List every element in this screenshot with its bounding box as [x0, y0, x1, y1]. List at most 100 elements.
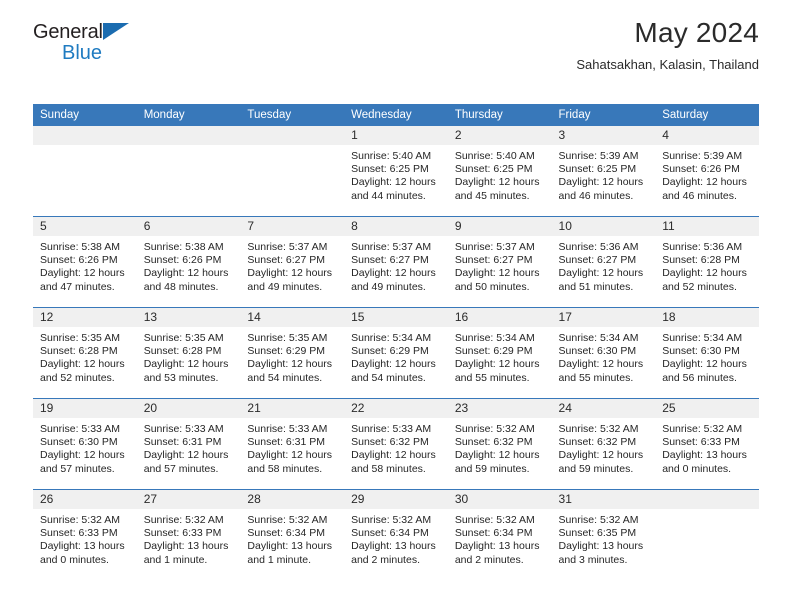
- day-box: 2 Sunrise: 5:40 AM Sunset: 6:25 PM Daylight…: [447, 126, 552, 216]
- daylight-duration-line1: Daylight: 12 hours: [454, 176, 540, 189]
- sunset-time: Sunset: 6:30 PM: [662, 345, 740, 358]
- calendar-day-cell[interactable]: 5 Sunrise: 5:38 AM Sunset: 6:26 PM Daylight…: [33, 216, 137, 308]
- calendar-day-cell[interactable]: 26 Sunrise: 5:32 AM Sunset: 6:33 PM Dayligh…: [33, 489, 137, 580]
- calendar-day-cell[interactable]: 4 Sunrise: 5:39 AM Sunset: 6:26 PM Daylight…: [655, 126, 759, 217]
- day-number: 24: [551, 399, 656, 418]
- page-header: General Blue May 2024 Sahatsakhan, Kalas…: [33, 0, 759, 104]
- calendar-day-cell[interactable]: 11 Sunrise: 5:36 AM Sunset: 6:28 PM Dayligh…: [655, 216, 759, 308]
- calendar-cell-empty: [136, 126, 241, 217]
- day-number: 28: [240, 490, 345, 509]
- daylight-duration-line1: Daylight: 12 hours: [558, 176, 644, 189]
- sunrise-time: Sunrise: 5:33 AM: [247, 423, 328, 435]
- day-details: Sunrise: 5:32 AM Sunset: 6:33 PM Daylight:…: [137, 509, 241, 567]
- daylight-duration-line1: Daylight: 12 hours: [40, 267, 125, 280]
- calendar-day-cell[interactable]: 7 Sunrise: 5:37 AM Sunset: 6:27 PM Daylight…: [240, 216, 345, 308]
- day-box: 17 Sunrise: 5:34 AM Sunset: 6:30 PM Dayligh…: [551, 308, 656, 398]
- sunrise-time: Sunrise: 5:40 AM: [351, 150, 432, 162]
- day-details: Sunrise: 5:33 AM Sunset: 6:31 PM Daylight:…: [240, 418, 344, 476]
- page-subtitle: Sahatsakhan, Kalasin, Thailand: [576, 57, 759, 72]
- general-blue-logo[interactable]: General Blue: [33, 14, 148, 64]
- calendar-cell-empty: [33, 126, 137, 217]
- calendar-day-cell[interactable]: 10 Sunrise: 5:36 AM Sunset: 6:27 PM Dayligh…: [551, 216, 656, 308]
- day-box: [136, 126, 241, 216]
- weekday-header-friday: Friday: [551, 104, 656, 126]
- daylight-duration-line1: Daylight: 12 hours: [351, 358, 436, 371]
- day-details: Sunrise: 5:35 AM Sunset: 6:29 PM Daylight:…: [240, 327, 344, 385]
- day-box: 26 Sunrise: 5:32 AM Sunset: 6:33 PM Dayligh…: [33, 490, 137, 580]
- calendar-day-cell[interactable]: 12 Sunrise: 5:35 AM Sunset: 6:28 PM Dayligh…: [33, 307, 137, 399]
- calendar-day-cell[interactable]: 6 Sunrise: 5:38 AM Sunset: 6:26 PM Daylight…: [136, 216, 241, 308]
- day-box: 22 Sunrise: 5:33 AM Sunset: 6:32 PM Dayligh…: [344, 399, 448, 489]
- weekday-header-saturday: Saturday: [655, 104, 759, 126]
- day-details: Sunrise: 5:35 AM Sunset: 6:28 PM Daylight:…: [33, 327, 137, 385]
- calendar-day-cell[interactable]: 25 Sunrise: 5:32 AM Sunset: 6:33 PM Dayligh…: [655, 398, 759, 490]
- day-details: Sunrise: 5:32 AM Sunset: 6:34 PM Daylight:…: [240, 509, 344, 567]
- daylight-duration-line2: and 44 minutes.: [351, 189, 426, 202]
- daylight-duration-line2: and 53 minutes.: [143, 371, 219, 384]
- day-number: 6: [136, 217, 241, 236]
- calendar-day-cell[interactable]: 19 Sunrise: 5:33 AM Sunset: 6:30 PM Dayligh…: [33, 398, 137, 490]
- calendar-day-cell[interactable]: 13 Sunrise: 5:35 AM Sunset: 6:28 PM Dayligh…: [136, 307, 241, 399]
- calendar-week-row: 12 Sunrise: 5:35 AM Sunset: 6:28 PM Dayligh…: [33, 307, 759, 399]
- day-box: 20 Sunrise: 5:33 AM Sunset: 6:31 PM Dayligh…: [136, 399, 241, 489]
- calendar-day-cell[interactable]: 8 Sunrise: 5:37 AM Sunset: 6:27 PM Daylight…: [344, 216, 448, 308]
- day-number: 22: [344, 399, 448, 418]
- daylight-duration-line1: Daylight: 12 hours: [662, 176, 747, 189]
- sunset-time: Sunset: 6:33 PM: [143, 527, 222, 540]
- calendar-day-cell[interactable]: 2 Sunrise: 5:40 AM Sunset: 6:25 PM Daylight…: [447, 126, 552, 217]
- daylight-duration-line2: and 46 minutes.: [558, 189, 634, 202]
- calendar-day-cell[interactable]: 9 Sunrise: 5:37 AM Sunset: 6:27 PM Daylight…: [447, 216, 552, 308]
- calendar-day-cell[interactable]: 1 Sunrise: 5:40 AM Sunset: 6:25 PM Daylight…: [344, 126, 448, 217]
- calendar-day-cell[interactable]: 30 Sunrise: 5:32 AM Sunset: 6:34 PM Dayligh…: [447, 489, 552, 580]
- sunset-time: Sunset: 6:29 PM: [351, 345, 429, 358]
- day-details: Sunrise: 5:36 AM Sunset: 6:27 PM Daylight:…: [552, 236, 656, 294]
- sunrise-time: Sunrise: 5:32 AM: [454, 514, 535, 526]
- calendar-day-cell[interactable]: 24 Sunrise: 5:32 AM Sunset: 6:32 PM Dayligh…: [551, 398, 656, 490]
- daylight-duration-line1: Daylight: 13 hours: [662, 449, 747, 462]
- calendar-head: Sunday Monday Tuesday Wednesday Thursday Frid…: [33, 104, 759, 126]
- daylight-duration-line2: and 48 minutes.: [143, 280, 219, 293]
- calendar-day-cell[interactable]: 29 Sunrise: 5:32 AM Sunset: 6:34 PM Dayligh…: [344, 489, 448, 580]
- day-number: [240, 126, 345, 145]
- daylight-duration-line2: and 58 minutes.: [351, 462, 426, 475]
- daylight-duration-line1: Daylight: 13 hours: [351, 540, 436, 553]
- calendar-day-cell[interactable]: 16 Sunrise: 5:34 AM Sunset: 6:29 PM Dayligh…: [447, 307, 552, 399]
- day-details: Sunrise: 5:32 AM Sunset: 6:32 PM Daylight:…: [552, 418, 656, 476]
- calendar-day-cell[interactable]: 3 Sunrise: 5:39 AM Sunset: 6:25 PM Daylight…: [551, 126, 656, 217]
- calendar-day-cell[interactable]: 31 Sunrise: 5:32 AM Sunset: 6:35 PM Dayligh…: [551, 489, 656, 580]
- calendar-day-cell[interactable]: 15 Sunrise: 5:34 AM Sunset: 6:29 PM Dayligh…: [344, 307, 448, 399]
- day-number: 3: [551, 126, 656, 145]
- daylight-duration-line1: Daylight: 12 hours: [247, 358, 333, 371]
- calendar-day-cell[interactable]: 21 Sunrise: 5:33 AM Sunset: 6:31 PM Dayligh…: [240, 398, 345, 490]
- day-number: 5: [33, 217, 137, 236]
- calendar-day-cell[interactable]: 18 Sunrise: 5:34 AM Sunset: 6:30 PM Dayligh…: [655, 307, 759, 399]
- calendar-week-row: 26 Sunrise: 5:32 AM Sunset: 6:33 PM Dayligh…: [33, 489, 759, 580]
- sunrise-time: Sunrise: 5:39 AM: [558, 150, 639, 162]
- weekday-header-wednesday: Wednesday: [344, 104, 448, 126]
- day-number: 27: [136, 490, 241, 509]
- day-box: 21 Sunrise: 5:33 AM Sunset: 6:31 PM Dayligh…: [240, 399, 345, 489]
- daylight-duration-line1: Daylight: 12 hours: [558, 358, 644, 371]
- daylight-duration-line2: and 3 minutes.: [558, 553, 628, 566]
- calendar-day-cell[interactable]: 20 Sunrise: 5:33 AM Sunset: 6:31 PM Dayligh…: [136, 398, 241, 490]
- daylight-duration-line2: and 2 minutes.: [351, 553, 420, 566]
- calendar-day-cell[interactable]: 28 Sunrise: 5:32 AM Sunset: 6:34 PM Dayligh…: [240, 489, 345, 580]
- day-box: 7 Sunrise: 5:37 AM Sunset: 6:27 PM Daylight…: [240, 217, 345, 307]
- calendar-day-cell[interactable]: 23 Sunrise: 5:32 AM Sunset: 6:32 PM Dayligh…: [447, 398, 552, 490]
- daylight-duration-line1: Daylight: 12 hours: [40, 449, 125, 462]
- daylight-duration-line2: and 51 minutes.: [558, 280, 634, 293]
- day-number: 18: [655, 308, 759, 327]
- weekday-header-sunday: Sunday: [33, 104, 137, 126]
- day-number: 11: [655, 217, 759, 236]
- day-box: 15 Sunrise: 5:34 AM Sunset: 6:29 PM Dayligh…: [344, 308, 448, 398]
- calendar-day-cell[interactable]: 22 Sunrise: 5:33 AM Sunset: 6:32 PM Dayligh…: [344, 398, 448, 490]
- day-number: 31: [551, 490, 656, 509]
- sunset-time: Sunset: 6:26 PM: [662, 163, 740, 176]
- sunset-time: Sunset: 6:33 PM: [662, 436, 740, 449]
- calendar-day-cell[interactable]: 27 Sunrise: 5:32 AM Sunset: 6:33 PM Dayligh…: [136, 489, 241, 580]
- calendar-day-cell[interactable]: 17 Sunrise: 5:34 AM Sunset: 6:30 PM Dayligh…: [551, 307, 656, 399]
- sunset-time: Sunset: 6:25 PM: [558, 163, 637, 176]
- daylight-duration-line1: Daylight: 12 hours: [662, 358, 747, 371]
- day-box: 6 Sunrise: 5:38 AM Sunset: 6:26 PM Daylight…: [136, 217, 241, 307]
- calendar-day-cell[interactable]: 14 Sunrise: 5:35 AM Sunset: 6:29 PM Dayligh…: [240, 307, 345, 399]
